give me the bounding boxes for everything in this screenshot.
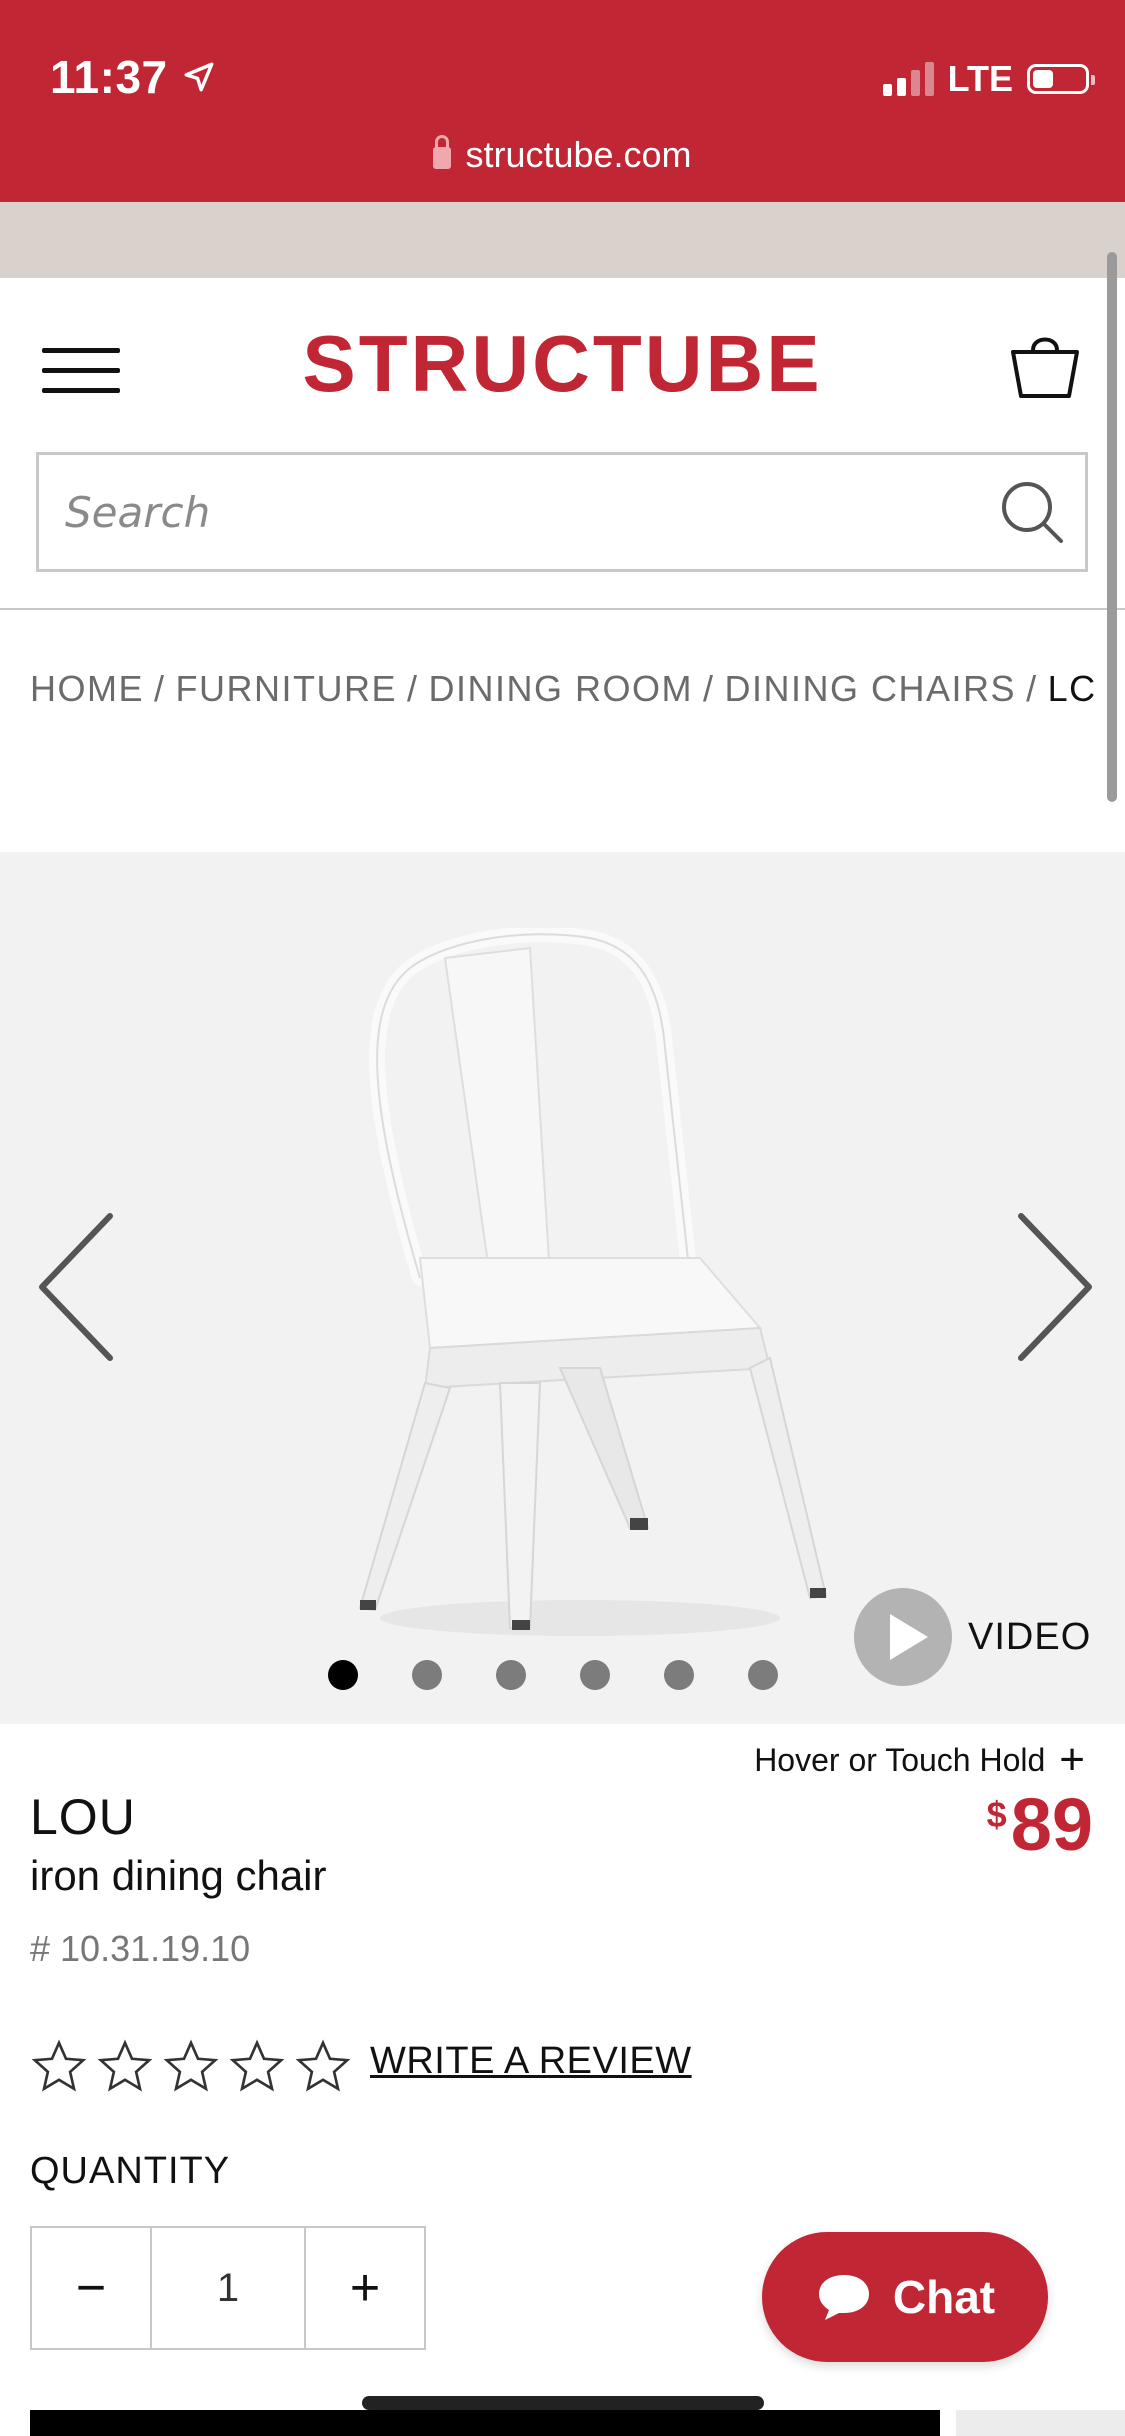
battery-icon <box>1027 64 1095 94</box>
add-to-cart-button[interactable] <box>30 2410 940 2436</box>
address-bar[interactable]: structube.com <box>0 134 1125 176</box>
signal-icon <box>882 62 934 96</box>
chat-bubble-icon <box>818 2275 869 2320</box>
gallery-dot[interactable] <box>664 1660 694 1690</box>
gallery-dot[interactable] <box>412 1660 442 1690</box>
breadcrumb-dining-room[interactable]: DINING ROOM <box>429 668 694 709</box>
site-header: STRUCTUBE <box>0 278 1125 610</box>
status-right: LTE <box>882 58 1095 100</box>
breadcrumb-dining-chairs[interactable]: DINING CHAIRS <box>725 668 1017 709</box>
quantity-decrease-button[interactable]: − <box>32 2228 150 2348</box>
gallery-dot[interactable] <box>748 1660 778 1690</box>
gallery-dot[interactable] <box>580 1660 610 1690</box>
breadcrumb: HOME / FURNITURE / DINING ROOM / DINING CHAIRS… <box>30 668 1110 710</box>
site-logo[interactable]: STRUCTUBE <box>0 318 1125 410</box>
gallery-dot[interactable] <box>496 1660 526 1690</box>
search-box <box>36 452 1088 572</box>
location-arrow-icon <box>184 62 214 92</box>
breadcrumb-furniture[interactable]: FURNITURE <box>176 668 397 709</box>
quantity-label: QUANTITY <box>30 2150 231 2192</box>
price-amount: 89 <box>1010 1783 1093 1866</box>
clock: 11:37 <box>50 51 168 103</box>
star-outline-icon[interactable] <box>96 2038 154 2096</box>
wishlist-button[interactable] <box>956 2410 1125 2436</box>
star-outline-icon[interactable] <box>162 2038 220 2096</box>
search-icon[interactable] <box>997 477 1069 549</box>
breadcrumb-current: LC <box>1047 668 1097 709</box>
prev-image-arrow-icon[interactable] <box>36 1212 116 1362</box>
product-price: $ 89 <box>987 1788 1093 1862</box>
product-image-chair[interactable] <box>330 928 830 1648</box>
zoom-hint[interactable]: Hover or Touch Hold + <box>754 1738 1085 1782</box>
price-currency: $ <box>986 1794 1007 1835</box>
video-label: VIDEO <box>968 1615 1092 1658</box>
chat-label: Chat <box>892 2271 996 2323</box>
zoom-hint-text: Hover or Touch Hold <box>754 1741 1046 1778</box>
breadcrumb-separator: / <box>407 668 419 709</box>
breadcrumb-separator: / <box>1026 668 1038 709</box>
status-bar: 11:37 LTE structube.com <box>0 0 1125 202</box>
rating-stars[interactable] <box>30 2038 352 2096</box>
star-outline-icon[interactable] <box>30 2038 88 2096</box>
page-scrollbar[interactable] <box>1107 252 1117 802</box>
home-indicator <box>362 2396 764 2410</box>
status-time: 11:37 <box>50 50 216 104</box>
gallery-pagination <box>328 1660 778 1690</box>
star-outline-icon[interactable] <box>228 2038 286 2096</box>
lock-icon <box>433 135 452 169</box>
search-input[interactable] <box>39 455 979 569</box>
plus-icon: + <box>1059 1735 1085 1784</box>
next-image-arrow-icon[interactable] <box>1015 1212 1095 1362</box>
product-sku: # 10.31.19.10 <box>30 1928 251 1969</box>
quantity-stepper: − 1 + <box>30 2226 426 2350</box>
product-gallery: VIDEO <box>0 852 1125 1724</box>
video-button[interactable]: VIDEO <box>854 1588 1091 1686</box>
quantity-value[interactable]: 1 <box>150 2228 306 2348</box>
network-label: LTE <box>947 58 1013 99</box>
star-outline-icon[interactable] <box>294 2038 352 2096</box>
product-description: iron dining chair <box>30 1852 327 1899</box>
write-review-link[interactable]: WRITE A REVIEW <box>370 2040 692 2083</box>
breadcrumb-separator: / <box>154 668 166 709</box>
chat-button[interactable]: Chat <box>762 2232 1048 2362</box>
quantity-increase-button[interactable]: + <box>306 2228 424 2348</box>
promo-banner[interactable] <box>0 202 1125 278</box>
breadcrumb-home[interactable]: HOME <box>30 668 144 709</box>
play-icon <box>854 1588 952 1686</box>
url-text: structube.com <box>465 134 692 175</box>
gallery-dot[interactable] <box>328 1660 358 1690</box>
product-name: LOU <box>30 1789 136 1845</box>
breadcrumb-separator: / <box>703 668 715 709</box>
shopping-bag-icon[interactable] <box>1007 326 1083 402</box>
